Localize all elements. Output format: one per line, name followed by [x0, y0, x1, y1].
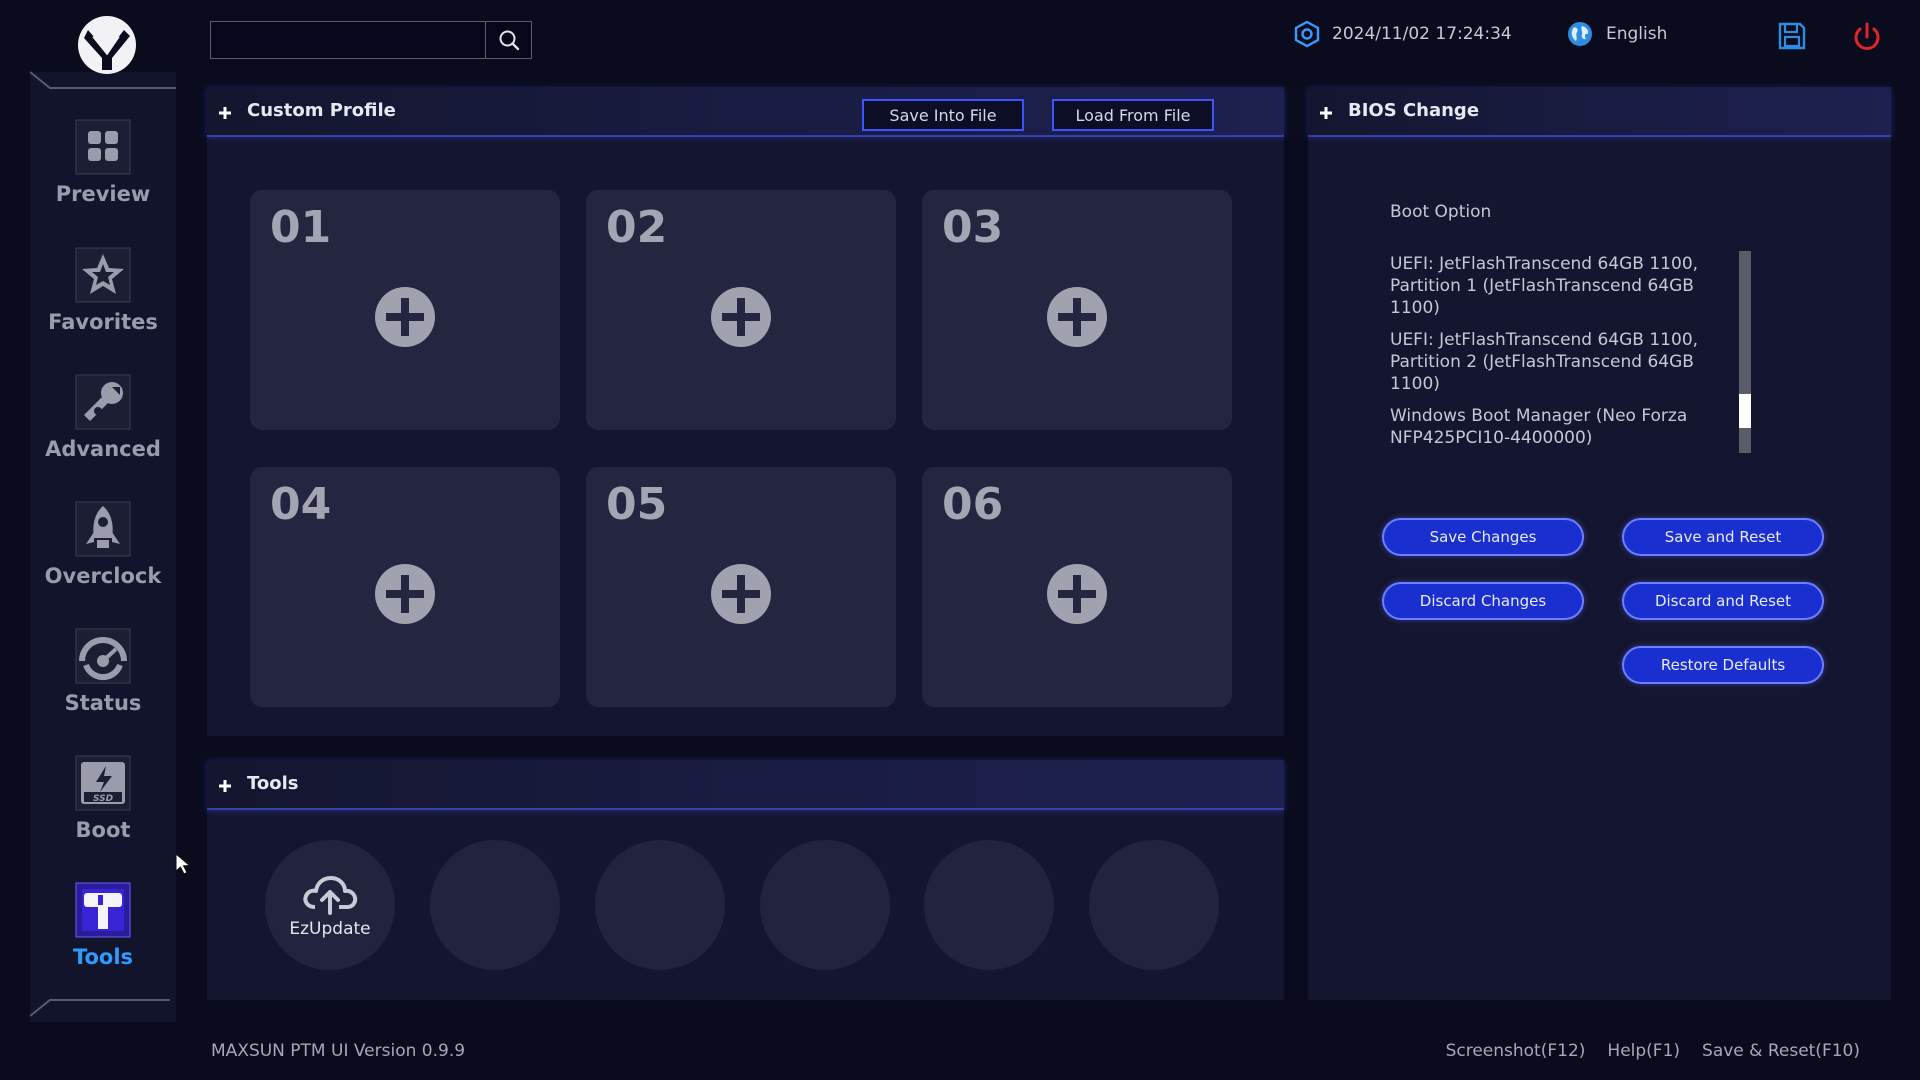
tool-empty-slot[interactable] [595, 840, 725, 970]
grid-icon [74, 118, 132, 176]
footer-shortcuts: Screenshot(F12) Help(F1) Save & Reset(F1… [1446, 1041, 1860, 1061]
slot-number: 04 [270, 479, 332, 530]
nav-label-boot: Boot [75, 818, 131, 842]
cloud-upload-icon [303, 876, 358, 915]
custom-profile-panel: Custom Profile Save Into File Load From … [207, 87, 1284, 736]
sidebar-bottom-divider [30, 999, 170, 1017]
slot-number: 02 [606, 202, 668, 253]
gauge-icon [74, 627, 132, 685]
tool-ezupdate[interactable]: EzUpdate [265, 840, 395, 970]
tool-empty-slot[interactable] [1089, 840, 1219, 970]
help-shortcut[interactable]: Help(F1) [1607, 1041, 1680, 1061]
add-icon [1047, 287, 1107, 347]
scrollbar-thumb[interactable] [1739, 394, 1751, 428]
star-icon [74, 246, 132, 304]
profile-slot[interactable]: 03 [922, 190, 1232, 430]
svg-text:SSD: SSD [93, 794, 114, 804]
save-into-file-button[interactable]: Save Into File [862, 99, 1024, 131]
tools-header: Tools [207, 760, 1284, 810]
boot-option-item[interactable]: UEFI: JetFlashTranscend 64GB 1100, Parti… [1390, 329, 1710, 395]
plus-mark-icon [1320, 107, 1332, 119]
discard-and-reset-button[interactable]: Discard and Reset [1622, 582, 1824, 620]
language-selector[interactable]: English [1566, 18, 1667, 50]
nav-item-favorites[interactable]: Favorites [30, 246, 176, 356]
boot-option-item[interactable]: UEFI: JetFlashTranscend 64GB 1100, Parti… [1390, 253, 1710, 319]
profile-slot[interactable]: 01 [250, 190, 560, 430]
tools-title: Tools [247, 773, 299, 794]
boot-option-item[interactable]: Windows Boot Manager (Neo Forza NFP425PC… [1390, 405, 1710, 449]
globe-icon [1568, 22, 1592, 46]
tool-empty-slot[interactable] [430, 840, 560, 970]
search-button[interactable] [485, 22, 531, 58]
save-and-reset-button[interactable]: Save and Reset [1622, 518, 1824, 556]
bios-change-panel: BIOS Change Boot Option UEFI: JetFlashTr… [1308, 87, 1891, 1000]
boot-list-scrollbar[interactable] [1739, 251, 1751, 453]
nav-label-tools: Tools [72, 945, 134, 969]
wrench-icon [74, 373, 132, 431]
add-icon [711, 287, 771, 347]
add-icon [711, 564, 771, 624]
nav-item-tools[interactable]: Tools [30, 881, 176, 991]
boot-option-label: Boot Option [1390, 202, 1492, 222]
plus-mark-icon [219, 107, 231, 119]
slot-number: 03 [942, 202, 1004, 253]
language-label: English [1606, 24, 1668, 44]
save-reset-shortcut[interactable]: Save & Reset(F10) [1702, 1041, 1860, 1061]
tools-panel: Tools EzUpdate [207, 760, 1284, 1000]
custom-profile-header: Custom Profile Save Into File Load From … [207, 87, 1284, 137]
search-input[interactable] [211, 22, 485, 58]
bios-change-header: BIOS Change [1308, 87, 1891, 137]
tool-empty-slot[interactable] [760, 840, 890, 970]
boot-option-list[interactable]: UEFI: JetFlashTranscend 64GB 1100, Parti… [1390, 253, 1710, 453]
mouse-cursor-icon [175, 852, 191, 875]
version-label: MAXSUN PTM UI Version 0.9.9 [211, 1041, 466, 1061]
nav-label-status: Status [64, 691, 142, 715]
nav-label-advanced: Advanced [45, 437, 161, 461]
tool-label: EzUpdate [289, 919, 371, 939]
slot-number: 05 [606, 479, 668, 530]
tool-empty-slot[interactable] [924, 840, 1054, 970]
profile-slot[interactable]: 05 [586, 467, 896, 707]
maxsun-logo [78, 16, 136, 74]
nav-item-boot[interactable]: SSD Boot [30, 754, 176, 864]
add-icon [1047, 564, 1107, 624]
search-icon [499, 30, 519, 51]
nav-label-favorites: Favorites [48, 310, 158, 334]
nav-label-preview: Preview [55, 182, 151, 206]
bios-change-title: BIOS Change [1348, 100, 1480, 121]
slot-number: 01 [270, 202, 332, 253]
nav-item-status[interactable]: Status [30, 627, 176, 737]
save-changes-button[interactable]: Save Changes [1382, 518, 1584, 556]
rocket-icon [74, 500, 132, 558]
plus-mark-icon [219, 780, 231, 792]
nav-item-preview[interactable]: Preview [30, 118, 176, 228]
profile-slot[interactable]: 06 [922, 467, 1232, 707]
search-box [210, 21, 532, 59]
profile-slot[interactable]: 02 [586, 190, 896, 430]
restore-defaults-button[interactable]: Restore Defaults [1622, 646, 1824, 684]
profile-slot[interactable]: 04 [250, 467, 560, 707]
custom-profile-title: Custom Profile [247, 100, 396, 121]
sidebar: Preview Favorites Advanced Overclock Sta… [30, 0, 176, 1080]
nav-label-overclock: Overclock [44, 564, 162, 588]
toolbox-icon [74, 881, 132, 939]
discard-changes-button[interactable]: Discard Changes [1382, 582, 1584, 620]
settings-hex-icon [1294, 20, 1320, 48]
datetime-display: 2024/11/02 17:24:34 [1294, 18, 1512, 50]
sidebar-top-divider [30, 71, 176, 89]
nav-item-overclock[interactable]: Overclock [30, 500, 176, 610]
datetime-text: 2024/11/02 17:24:34 [1332, 24, 1512, 44]
load-from-file-button[interactable]: Load From File [1052, 99, 1214, 131]
add-icon [375, 287, 435, 347]
add-icon [375, 564, 435, 624]
power-icon[interactable] [1850, 20, 1884, 54]
screenshot-shortcut[interactable]: Screenshot(F12) [1446, 1041, 1586, 1061]
slot-number: 06 [942, 479, 1004, 530]
nav-item-advanced[interactable]: Advanced [30, 373, 176, 483]
save-disk-icon[interactable] [1776, 20, 1808, 52]
ssd-icon: SSD [74, 754, 132, 812]
